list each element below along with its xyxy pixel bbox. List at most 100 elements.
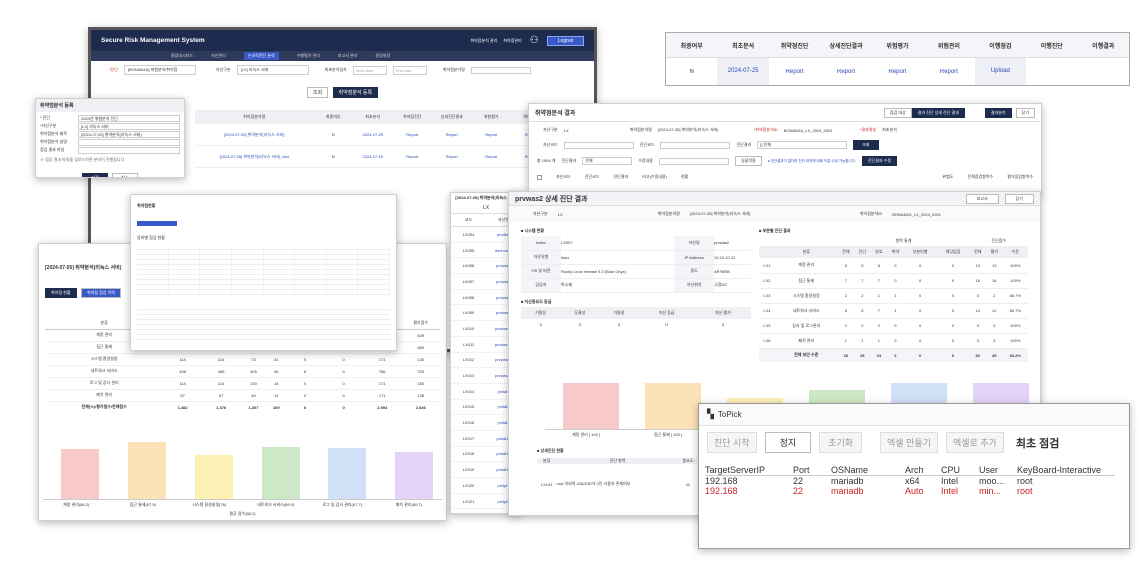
tab-status[interactable]: 취약점 현황 [45, 288, 77, 298]
upload-link[interactable]: Upload [974, 58, 1027, 85]
table-row[interactable]: 192.168 22 mariadb x64 Intel moo... root [705, 476, 1115, 486]
nav-item[interactable]: 수행평가 관리 [297, 53, 320, 59]
result-analysis-button[interactable]: 결과분석 [984, 107, 1012, 118]
report-link[interactable]: Report [872, 69, 923, 75]
app-icon: ▚ [707, 409, 714, 419]
report-link[interactable]: Report [820, 69, 871, 75]
report-link[interactable]: Report [393, 132, 433, 137]
diag-result-select[interactable]: [] 전체 [757, 141, 848, 149]
table-row: 네트워크 서비스 456 456 405 45 6 0 786 700 [45, 365, 440, 377]
cancel-button[interactable]: 취소 [112, 173, 138, 177]
register-button[interactable]: 취약점분석 등록 [332, 87, 379, 98]
dialog-title: 취약점분석 등록 [36, 99, 184, 112]
end-date-input[interactable]: End date [392, 65, 427, 75]
col-header: 부분이행 [912, 249, 928, 254]
mini-cell [200, 285, 232, 289]
mini-cell [137, 280, 169, 284]
save-button[interactable]: 저장 [82, 173, 108, 177]
stop-button[interactable]: 정지 [764, 432, 812, 453]
category-cell: 시스템 환경설정 [792, 292, 820, 298]
make-excel-button[interactable]: 엑셀 만들기 [880, 432, 938, 453]
date-link[interactable]: 2024-07-16 [353, 154, 393, 159]
field-input[interactable]: [2024-07-05] 취약분석(리눅스 서버) [78, 130, 180, 138]
select-all-checkbox[interactable] [537, 174, 542, 180]
report-link[interactable]: Report [432, 132, 472, 137]
report-link[interactable]: Report [393, 154, 433, 159]
tab-detail[interactable]: 결과 진단 상세 진단 결과 [911, 107, 965, 118]
user-link-2[interactable]: 취약점관리 [503, 38, 521, 44]
table-cell: 100 [250, 380, 257, 386]
chart-label: 접근 통제 [ 100 ] [653, 432, 683, 437]
mini-cell [295, 250, 327, 254]
logout-button[interactable]: Logout [546, 35, 584, 46]
detail-table: 분류 진단 항목 중요도 LXI-01 root 이외의 UID/GID가 0인… [537, 458, 697, 504]
category-cell: 7 [844, 278, 847, 283]
nav-item[interactable]: 자산관리 [211, 53, 226, 59]
nav-item[interactable]: 보고서 관리 [338, 53, 358, 59]
analysis-name-link[interactable]: [2024-07-05] 취약분석(리눅스 서버) [195, 132, 314, 138]
field-input[interactable] [78, 146, 180, 154]
mini-cell [169, 265, 201, 269]
nav-item[interactable]: 통합대시보드 [171, 53, 193, 59]
diag-code-input[interactable] [660, 141, 731, 149]
asset-code-input[interactable] [563, 141, 634, 149]
field-value: BONANZA_LX_2024_0001 [892, 211, 941, 217]
topick-header: TargetServerIP Port OSName Arch CPU User… [705, 465, 1115, 476]
category-cell: 16 [992, 278, 997, 283]
search-button[interactable]: 조회 [853, 140, 879, 150]
save-result-button[interactable]: 진단결과 수정 [861, 156, 898, 166]
date-link[interactable]: 2024-07-25 [353, 132, 393, 137]
field-input[interactable]: [LX] 리눅스 서버 [78, 122, 180, 130]
category-cell: 3 [993, 323, 996, 328]
field-input[interactable]: 2024년 위험분석 진단 [78, 114, 180, 122]
table-cell: 0 [304, 392, 307, 398]
main-header: Secure Risk Management System 취약점분석 관리 취… [91, 30, 594, 51]
user-link-1[interactable]: 취약점분석 관리 [470, 38, 497, 44]
report-link[interactable]: Report [472, 132, 512, 137]
nav-item-active[interactable]: 논리적진단 분석 [243, 52, 279, 60]
search-button[interactable]: 조회 [306, 87, 329, 98]
analysis-name-link[interactable]: [2024-07-05] 취약분석(리눅스 서버)_test [195, 154, 314, 160]
field-label: 진단결과 [736, 142, 752, 147]
add-excel-button[interactable]: 엑셀로 추가 [945, 432, 1004, 453]
detail-bar [645, 383, 701, 429]
user-cell: moo... [979, 476, 1005, 486]
total-cell: 169 [272, 404, 280, 410]
report-link[interactable]: Report [769, 69, 820, 75]
table-row-error[interactable]: 192.168 22 mariadb Auto Intel min... roo… [705, 486, 1115, 496]
name-input[interactable] [470, 66, 531, 74]
start-date-input[interactable]: Start date [352, 65, 387, 75]
edit-input[interactable] [658, 157, 729, 165]
table-cell: 57 [218, 392, 224, 398]
nav-item[interactable]: 환경설정 [375, 53, 390, 59]
report-link[interactable]: Report [432, 154, 472, 159]
report-link[interactable]: Report [923, 69, 974, 75]
close-button[interactable]: 닫기 [1015, 107, 1035, 118]
reset-button[interactable]: 초기화 [819, 432, 863, 453]
tab-target[interactable]: 점검 대상 [883, 107, 912, 118]
system-row: 담당자 박소혜 자산위치 국정DC [521, 278, 751, 292]
diag-select[interactable]: 전체 [582, 157, 633, 165]
filter-select[interactable]: [LX] 리눅스 서버 [236, 65, 309, 75]
close-button[interactable]: 닫기 [1004, 193, 1034, 204]
register-dialog: 취약점분석 등록 * 진단 2024년 위험분석 진단 *자산구분 [LX] 리눅스 … [35, 98, 185, 178]
table-cell: 456 [217, 368, 225, 374]
detail-item[interactable]: root 이외의 UID/GID가 0인 사용자 존재여부 [556, 464, 678, 504]
mini-cell [264, 250, 296, 254]
user-icon[interactable]: ⚇ [530, 35, 539, 46]
field-label: 진단결과 [561, 158, 577, 163]
report-button[interactable]: 보고서 [965, 193, 999, 204]
user-cell: min... [979, 486, 1002, 496]
total-cell: 26 [843, 352, 849, 358]
tab-history[interactable]: 취약점 점검 이력 [80, 288, 121, 298]
filter-label: 최초분석일자 [324, 67, 347, 72]
asset-code: LX005 [462, 247, 475, 253]
field-value: [2024-07-05] 취약분석(리눅스 서버) [657, 127, 719, 132]
field-input[interactable] [78, 138, 180, 146]
start-button[interactable]: 진단 시작 [707, 432, 757, 453]
date-link[interactable]: 2024-07-25 [717, 58, 769, 85]
mini-tab[interactable] [137, 221, 177, 226]
filter-select[interactable]: [BONANZA] 위험분석/취약점 [123, 65, 196, 75]
apply-all-button[interactable]: 일괄적용 [734, 156, 762, 166]
report-link[interactable]: Report [472, 154, 512, 159]
